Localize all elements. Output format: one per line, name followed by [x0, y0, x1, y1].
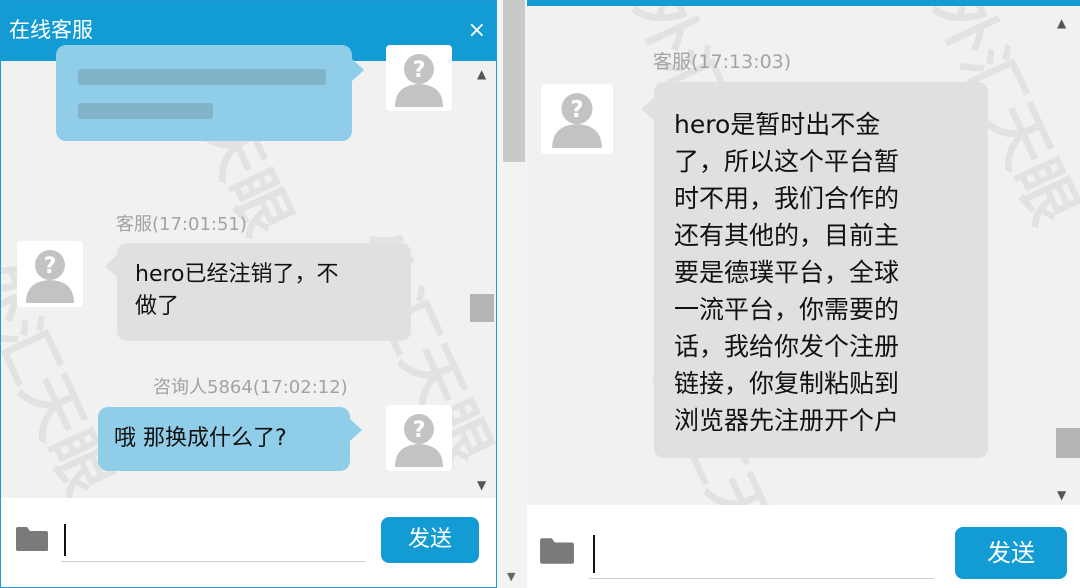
customer-avatar: ?: [386, 45, 452, 111]
folder-icon[interactable]: [539, 537, 575, 565]
customer-message-bubble: 哦 那换成什么了?: [98, 407, 350, 471]
scrollbar-thumb[interactable]: [1056, 428, 1080, 458]
message-meta: 客服(17:01:51): [116, 213, 247, 237]
scroll-down-icon[interactable]: ▼: [507, 570, 515, 583]
bubble-tail: [105, 255, 117, 277]
svg-text:?: ?: [413, 58, 426, 83]
message-input[interactable]: [61, 520, 366, 562]
message-input-bar: 发送: [527, 505, 1080, 588]
folder-icon[interactable]: [15, 526, 49, 552]
user-avatar-icon: ?: [552, 93, 602, 148]
message-time: (17:13:03): [691, 51, 792, 73]
user-avatar-icon: ?: [395, 414, 443, 467]
message-time: (17:01:51): [152, 214, 247, 235]
send-button[interactable]: 发送: [381, 517, 479, 563]
message-meta: 咨询人5864(17:02:12): [153, 376, 348, 400]
agent-message-bubble: hero是暂时出不金 了，所以这个平台暂 时不用，我们合作的 还有其他的，目前主…: [654, 82, 988, 458]
scroll-up-icon[interactable]: ▲: [1057, 16, 1066, 30]
chat-header: [527, 0, 1080, 6]
scroll-down-icon[interactable]: ▼: [1057, 488, 1066, 502]
message-meta: 客服(17:13:03): [653, 50, 791, 74]
sender-name: 咨询人5864: [153, 377, 253, 398]
sender-name: 客服: [653, 51, 692, 73]
agent-message-bubble: hero已经注销了，不 做了: [117, 243, 411, 341]
chat-title: 在线客服: [9, 18, 93, 42]
message-time: (17:02:12): [252, 377, 348, 398]
agent-avatar: ?: [17, 241, 83, 307]
svg-text:?: ?: [44, 254, 57, 279]
sender-name: 客服: [116, 214, 152, 235]
scroll-down-icon[interactable]: ▼: [477, 478, 486, 492]
left-chat-window: 外汇天眼 外汇天眼 外汇天眼 在线客服 × ? 客服(17:01:51) ? h…: [0, 0, 497, 588]
bubble-tail: [352, 59, 364, 81]
scrollbar-thumb[interactable]: [470, 294, 494, 322]
customer-avatar: ?: [386, 405, 452, 471]
text-caret: [593, 535, 595, 573]
right-chat-window: 外汇天眼 外汇天眼 外汇天眼 客服(17:13:03) ? hero是暂时出不金…: [527, 0, 1080, 588]
text-caret: [64, 524, 66, 556]
blurred-message-bubble: [56, 45, 352, 141]
bubble-tail: [641, 98, 654, 120]
user-avatar-icon: ?: [26, 250, 74, 303]
background-scrollbar-thumb[interactable]: [503, 0, 525, 162]
message-input[interactable]: [589, 531, 934, 579]
svg-text:?: ?: [570, 97, 583, 123]
blurred-text-line: [78, 103, 213, 119]
scroll-up-icon[interactable]: ▲: [477, 67, 486, 81]
send-button[interactable]: 发送: [955, 527, 1067, 579]
blurred-text-line: [78, 69, 326, 85]
agent-avatar: ?: [541, 84, 613, 154]
bubble-tail: [350, 419, 362, 441]
message-input-bar: 发送: [1, 498, 496, 587]
close-icon[interactable]: ×: [468, 19, 486, 43]
user-avatar-icon: ?: [395, 54, 443, 107]
svg-text:?: ?: [413, 418, 426, 443]
